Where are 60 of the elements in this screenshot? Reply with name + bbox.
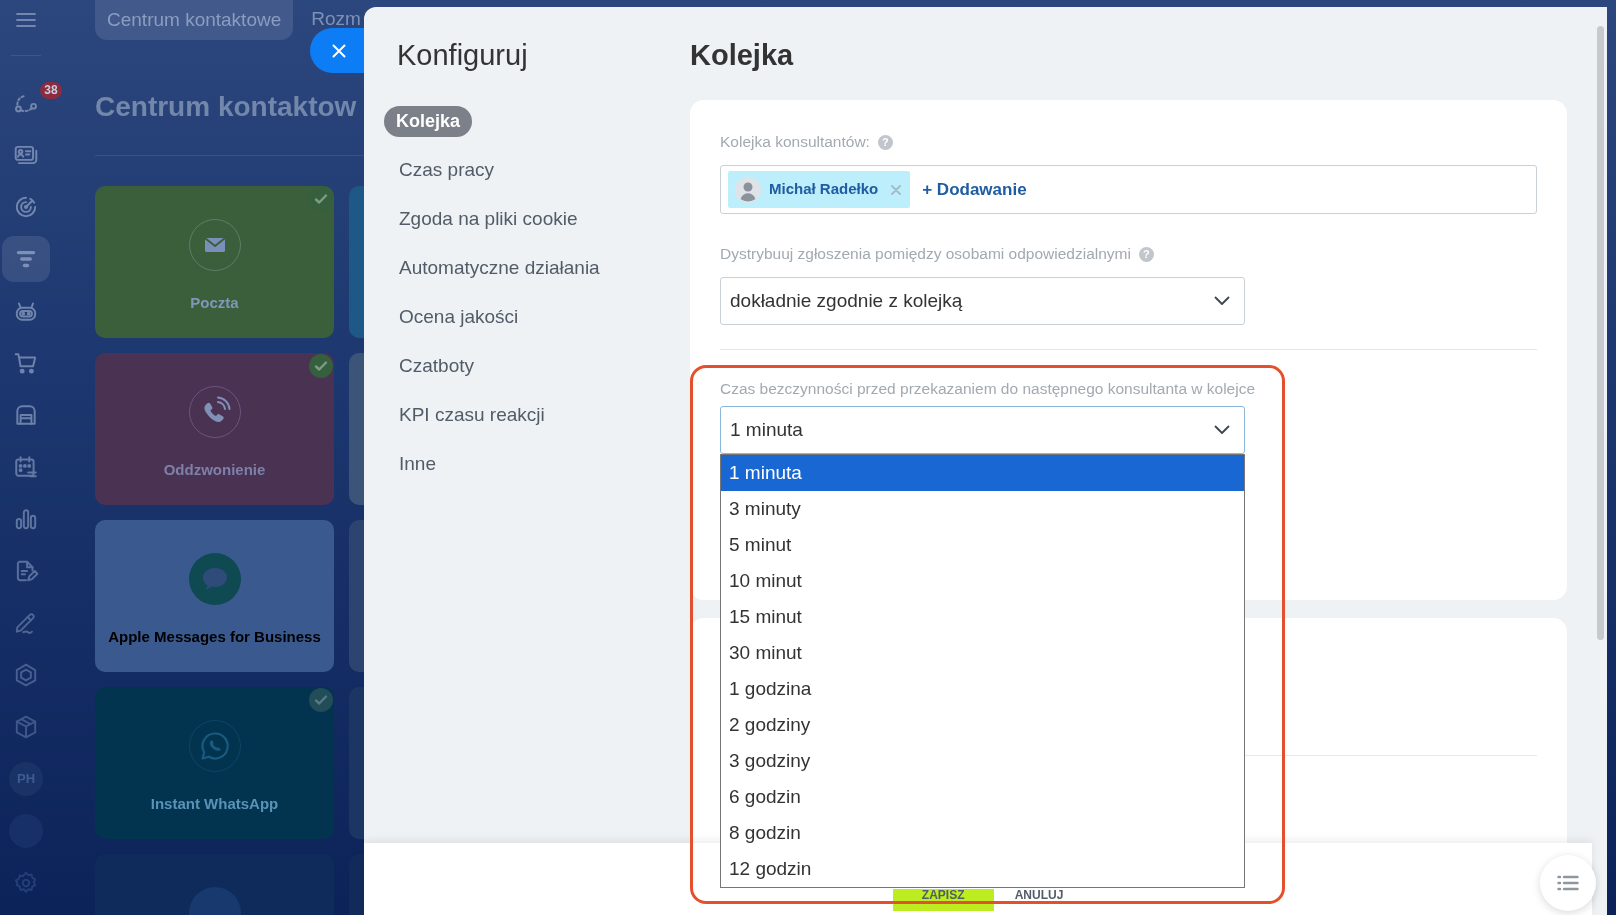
dropdown-option[interactable]: 5 minut xyxy=(721,527,1244,563)
close-icon xyxy=(332,43,346,58)
dropdown-option[interactable]: 1 godzina xyxy=(721,671,1244,707)
menu-item[interactable]: Ocena jakości xyxy=(384,302,534,333)
distribution-select[interactable]: dokładnie zgodnie z kolejką xyxy=(720,277,1245,325)
menu-item[interactable]: Kolejka xyxy=(384,106,473,137)
menu-item[interactable]: Automatyczne działania xyxy=(384,253,615,284)
channel-name: Oddzwonienie xyxy=(163,460,266,480)
garage-icon[interactable] xyxy=(13,402,39,428)
channel-name: Apple Messages for Business xyxy=(108,627,321,647)
phone-icon xyxy=(188,386,241,438)
dropdown-option[interactable]: 3 godziny xyxy=(721,743,1244,779)
nav-item[interactable] xyxy=(2,236,50,282)
avatar-icon xyxy=(735,176,761,203)
dropdown-option[interactable]: 30 minut xyxy=(721,635,1244,671)
hexagon-icon[interactable] xyxy=(13,662,39,688)
dropdown-option[interactable]: 6 godzin xyxy=(721,779,1244,815)
section-title: Kolejka xyxy=(690,38,794,73)
target-icon[interactable] xyxy=(13,194,39,220)
menu-item[interactable]: KPI czasu reakcji xyxy=(384,400,560,431)
channel-name: Instant WhatsApp xyxy=(150,794,279,814)
box-icon[interactable] xyxy=(13,714,39,740)
dropdown-option[interactable]: 1 minuta xyxy=(721,455,1244,491)
settings-icon[interactable] xyxy=(13,870,39,896)
timeout-select[interactable]: 1 minuta xyxy=(720,406,1245,454)
speech-bubble-icon xyxy=(188,553,241,605)
chevron-down-icon xyxy=(1214,296,1230,306)
add-link[interactable]: + Dodawanie xyxy=(922,176,1027,203)
consultant-name: Michał Radełko xyxy=(769,179,879,200)
phone-bubble-icon xyxy=(188,720,241,772)
close-button[interactable] xyxy=(310,28,364,73)
list-icon xyxy=(1557,875,1579,891)
page-title: Centrum kontaktow xyxy=(95,90,357,124)
field-label: Kolejka konsultantów: xyxy=(720,132,870,152)
consultant-field[interactable]: Michał Radełko + Dodawanie xyxy=(720,165,1537,214)
consultant-tag[interactable]: Michał Radełko xyxy=(728,171,911,208)
chevron-down-icon xyxy=(1214,425,1230,435)
cart-icon[interactable] xyxy=(13,350,39,376)
field-label: Czas bezczynności przed przekazaniem do następnego konsultanta w kolejce xyxy=(720,379,1256,399)
dropdown-option[interactable]: 3 minuty xyxy=(721,491,1244,527)
envelope-icon xyxy=(188,219,241,271)
menu-item[interactable]: Inne xyxy=(384,449,451,480)
menu-item[interactable]: Zgoda na pliki cookie xyxy=(384,204,593,235)
menu-item[interactable]: Czatboty xyxy=(384,351,489,382)
scrollbar[interactable] xyxy=(1597,26,1604,640)
bar-chart-icon[interactable] xyxy=(13,506,39,532)
menu-item[interactable]: Czas pracy xyxy=(384,155,510,186)
dropdown-option[interactable]: 15 minut xyxy=(721,599,1244,635)
panel-title: Konfiguruj xyxy=(397,38,528,72)
dropdown-option[interactable]: 2 godziny xyxy=(721,707,1244,743)
dropdown-option[interactable]: 12 godzin xyxy=(721,851,1244,887)
remove-icon[interactable] xyxy=(891,184,902,195)
cancel-button[interactable]: ANULUJ xyxy=(1014,889,1064,911)
count-badge: 38 xyxy=(40,82,62,99)
dropdown-option[interactable]: 10 minut xyxy=(721,563,1244,599)
channel-name: Poczta xyxy=(190,293,239,313)
field-label: Dystrybuuj zgłoszenia pomiędzy osobami odpowiedzialnymi xyxy=(720,244,1131,264)
dropdown-option[interactable]: 8 godzin xyxy=(721,815,1244,851)
calendar-icon[interactable] xyxy=(13,454,39,480)
channel-card[interactable]: Instant WhatsApp xyxy=(95,687,334,839)
